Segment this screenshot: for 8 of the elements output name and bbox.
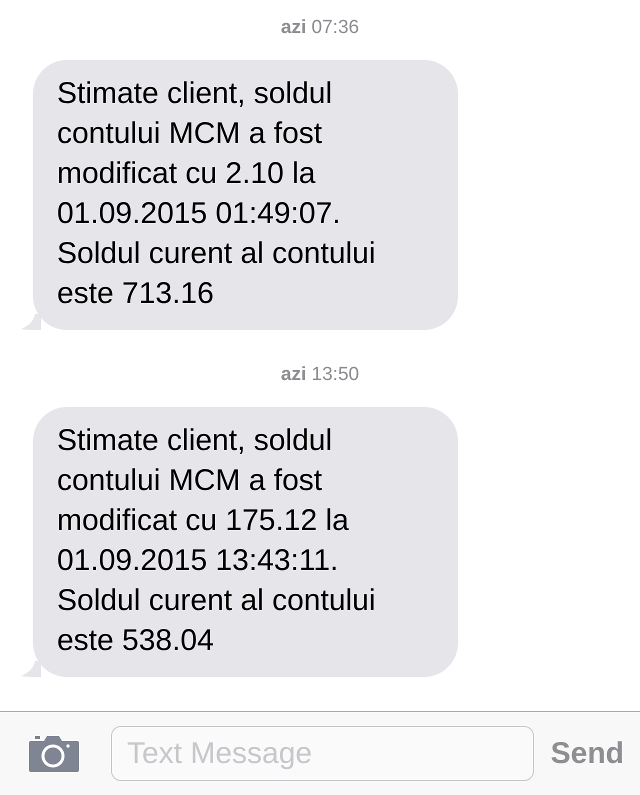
message-bubble: Stimate client, soldul contului MCM a fost modificat cu 175.12 la 01.09.2015 13:43:11. Soldul curent al contului este 538.04: [33, 407, 458, 677]
send-button[interactable]: Send: [550, 736, 624, 770]
bubble-tail: [21, 314, 41, 330]
message-bubble: Stimate client, soldul contului MCM a fost modificat cu 2.10 la 01.09.2015 01:49:07. Soldul curent al contului este 713.16: [33, 60, 458, 330]
message-timestamp: azi 07:36: [280, 17, 360, 39]
camera-icon[interactable]: [29, 735, 79, 772]
bubble-tail: [21, 661, 41, 677]
message-timestamp: azi 13:50: [280, 364, 360, 386]
